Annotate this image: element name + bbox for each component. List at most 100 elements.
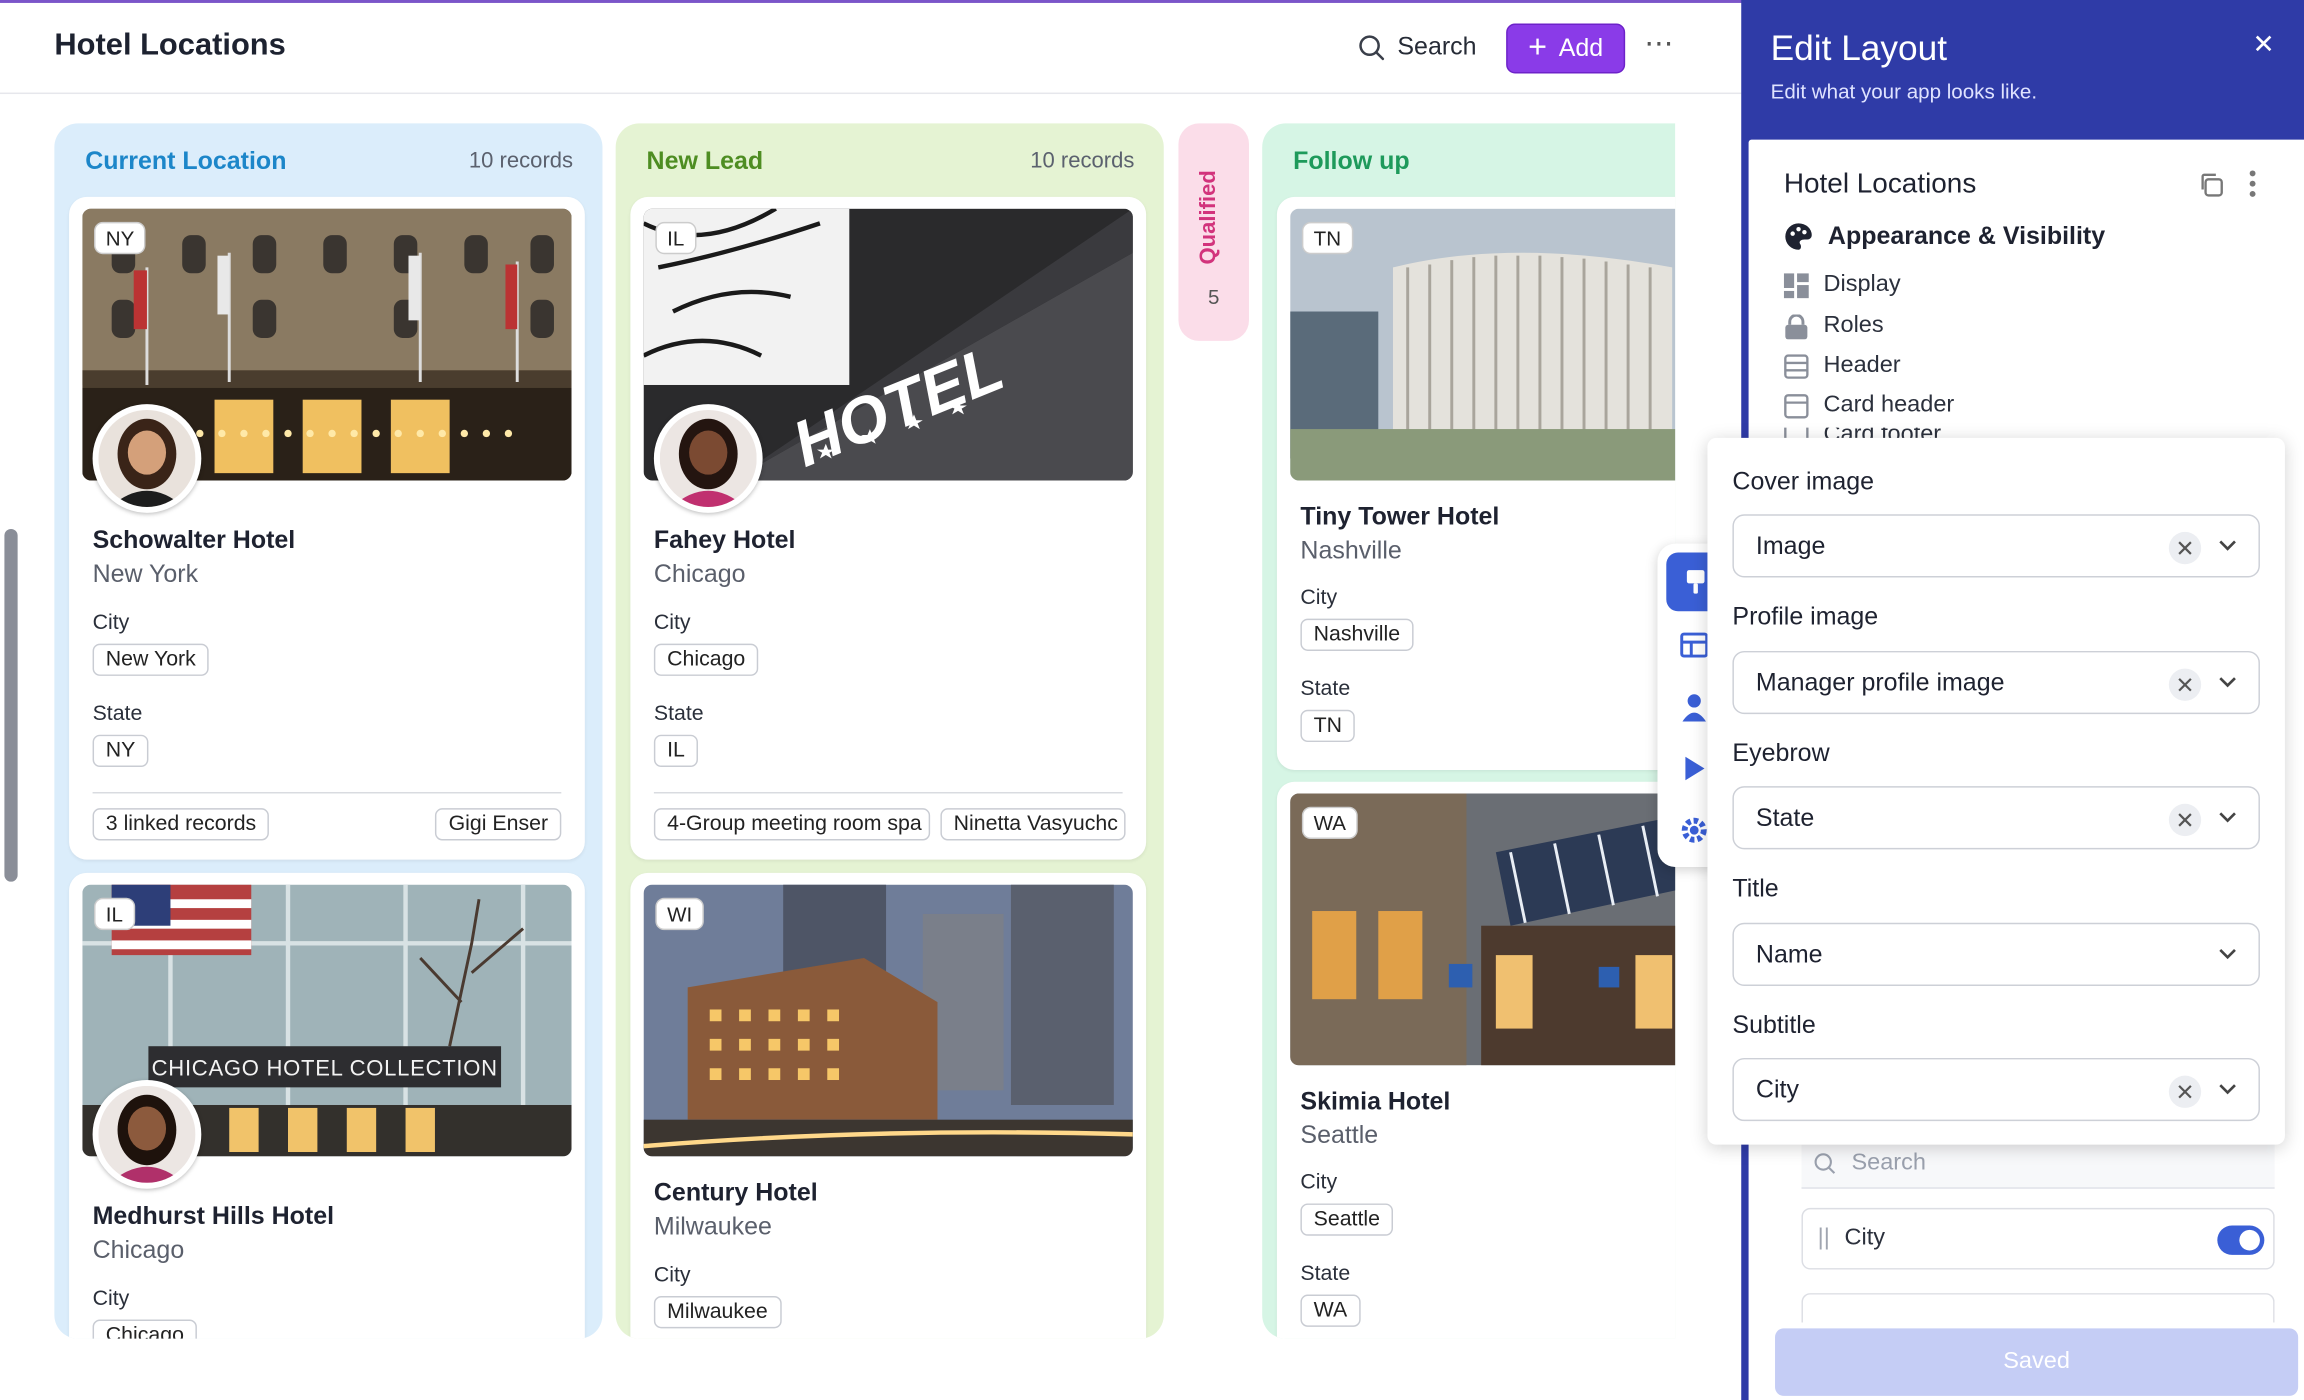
- avatar: [92, 1080, 202, 1189]
- record-card[interactable]: TN Tiny Tower Hotel Nashville City Nashv…: [1276, 196, 1676, 770]
- eyebrow-badge: WA: [1303, 808, 1357, 838]
- kebab-menu-icon[interactable]: [2248, 169, 2257, 206]
- record-card[interactable]: HOTEL IL Fahey Hotel Chicago City Chicag…: [630, 196, 1147, 860]
- appearance-label: Appearance & Visibility: [1827, 221, 2106, 250]
- copy-icon[interactable]: [2198, 172, 2224, 206]
- card-subtitle: New York: [92, 559, 199, 588]
- linked-record-chip[interactable]: 4-Group meeting room spa: [653, 808, 931, 841]
- state-chip: WA: [1300, 1294, 1361, 1327]
- clear-icon[interactable]: [2168, 1075, 2202, 1108]
- card-divider: [653, 792, 1123, 794]
- menu-item-card-header[interactable]: Card header: [1784, 392, 1954, 418]
- eyebrow-badge: WI: [656, 899, 703, 929]
- field-row-next[interactable]: [1801, 1293, 2275, 1323]
- eyebrow-badge: IL: [95, 899, 134, 929]
- city-chip: Seattle: [1300, 1203, 1394, 1236]
- field-label: State: [653, 702, 704, 726]
- saved-button[interactable]: Saved: [1775, 1328, 2299, 1396]
- plus-icon: +: [1528, 27, 1547, 65]
- column-title: Current Location: [85, 146, 287, 175]
- card-title: Skimia Hotel: [1300, 1087, 1451, 1116]
- column-record-count: 5: [1207, 285, 1220, 309]
- close-icon[interactable]: ✕: [2252, 29, 2274, 60]
- record-card[interactable]: WI Century Hotel Milwaukee City Milwauke…: [630, 872, 1147, 1339]
- record-card[interactable]: NY Schowalter Hotel New York City New Yo…: [69, 196, 585, 860]
- eyebrow-badge: IL: [656, 223, 695, 253]
- display-icon: [1783, 272, 1809, 298]
- menu-item-label: Display: [1823, 271, 1901, 297]
- state-chip: TN: [1300, 709, 1356, 743]
- field-label-subtitle: Subtitle: [1732, 1010, 1816, 1039]
- column-title: New Lead: [646, 146, 764, 175]
- more-options-icon[interactable]: ⋯: [1644, 25, 1675, 62]
- chevron-down-icon[interactable]: [2217, 943, 2238, 971]
- column-qualified-collapsed[interactable]: Qualified 5: [1178, 123, 1249, 341]
- select-title[interactable]: Name: [1732, 922, 2260, 986]
- card-fields-popover: Cover image Image Profile image Manager …: [1707, 437, 2285, 1145]
- field-label: City: [92, 1287, 130, 1311]
- manager-chip[interactable]: Ninetta Vasyuchc: [940, 808, 1126, 841]
- column-title: Follow up: [1293, 146, 1410, 175]
- field-label: City: [1300, 586, 1338, 610]
- menu-item-label: Roles: [1823, 312, 1884, 338]
- column-header: Current Location 10 records: [54, 123, 602, 196]
- card-subtitle: Seattle: [1300, 1121, 1379, 1150]
- chevron-down-icon[interactable]: [2217, 807, 2238, 835]
- search-icon: [1814, 1152, 1836, 1174]
- record-card[interactable]: CHICAGO HOTEL COLLECTION IL Medhurst Hil…: [69, 872, 585, 1339]
- field-row-city[interactable]: || City: [1801, 1207, 2275, 1270]
- column-header: New Lead 10 records: [616, 123, 1164, 196]
- column-current-location: Current Location 10 records NY Schowalte…: [54, 123, 603, 1339]
- column-record-count: 10 records: [1030, 148, 1135, 174]
- manager-chip[interactable]: Gigi Enser: [435, 808, 562, 841]
- field-label-cover-image: Cover image: [1732, 467, 1875, 496]
- select-cover-image[interactable]: Image: [1732, 514, 2260, 578]
- field-label-title: Title: [1732, 874, 1779, 903]
- page-title: Hotel Locations: [54, 27, 286, 62]
- column-follow-up: Follow up TN Tiny Tower Hotel Nashville …: [1262, 123, 1676, 1339]
- panel-title: Edit Layout: [1770, 29, 1948, 70]
- search-button[interactable]: Search: [1358, 32, 1477, 61]
- field-row-label: City: [1844, 1225, 1886, 1251]
- app-canvas: Hotel Locations Search + Add ⋯ Current L…: [0, 0, 2304, 1400]
- add-button[interactable]: + Add: [1506, 23, 1626, 74]
- linked-records-chip[interactable]: 3 linked records: [92, 808, 270, 841]
- visibility-toggle[interactable]: [2217, 1225, 2265, 1255]
- select-subtitle[interactable]: City: [1732, 1057, 2260, 1122]
- city-chip: Nashville: [1300, 618, 1414, 651]
- menu-item-display[interactable]: Display: [1783, 271, 1901, 298]
- card-divider: [92, 792, 562, 794]
- appearance-section-header[interactable]: Appearance & Visibility: [1784, 222, 2105, 251]
- drag-handle-icon[interactable]: ||: [1818, 1225, 1830, 1251]
- record-card[interactable]: WA Skimia Hotel Seattle City Seattle Sta…: [1276, 781, 1676, 1339]
- chevron-down-icon[interactable]: [2217, 1079, 2238, 1107]
- city-chip: Milwaukee: [653, 1296, 781, 1329]
- eyebrow-badge: TN: [1303, 223, 1352, 253]
- menu-item-roles[interactable]: Roles: [1784, 313, 1884, 339]
- city-chip: Chicago: [92, 1319, 198, 1339]
- field-label: State: [1300, 1262, 1351, 1286]
- select-profile-image[interactable]: Manager profile image: [1732, 650, 2260, 715]
- eyebrow-badge: NY: [95, 223, 145, 253]
- clear-icon[interactable]: [2168, 803, 2202, 837]
- chevron-down-icon[interactable]: [2217, 672, 2238, 700]
- menu-item-label: Header: [1823, 352, 1901, 378]
- select-eyebrow[interactable]: State: [1732, 786, 2260, 850]
- kanban-board: Current Location 10 records NY Schowalte…: [0, 94, 1676, 1400]
- header-icon: [1784, 353, 1809, 379]
- avatar: [653, 404, 763, 513]
- clear-icon[interactable]: [2168, 531, 2202, 565]
- card-subtitle: Milwaukee: [653, 1212, 772, 1241]
- field-search-input[interactable]: Search: [1801, 1138, 2275, 1189]
- select-value: State: [1755, 803, 1815, 832]
- field-label-profile-image: Profile image: [1732, 602, 1879, 631]
- chevron-down-icon[interactable]: [2217, 535, 2238, 563]
- card-title: Schowalter Hotel: [92, 526, 296, 554]
- search-label: Search: [1397, 32, 1477, 61]
- menu-item-header[interactable]: Header: [1784, 353, 1901, 379]
- clear-icon[interactable]: [2168, 668, 2202, 701]
- column-record-count: 10 records: [468, 148, 574, 174]
- card-header-icon: [1784, 393, 1809, 418]
- card-subtitle: Chicago: [653, 559, 746, 588]
- card-subtitle: Chicago: [92, 1235, 185, 1264]
